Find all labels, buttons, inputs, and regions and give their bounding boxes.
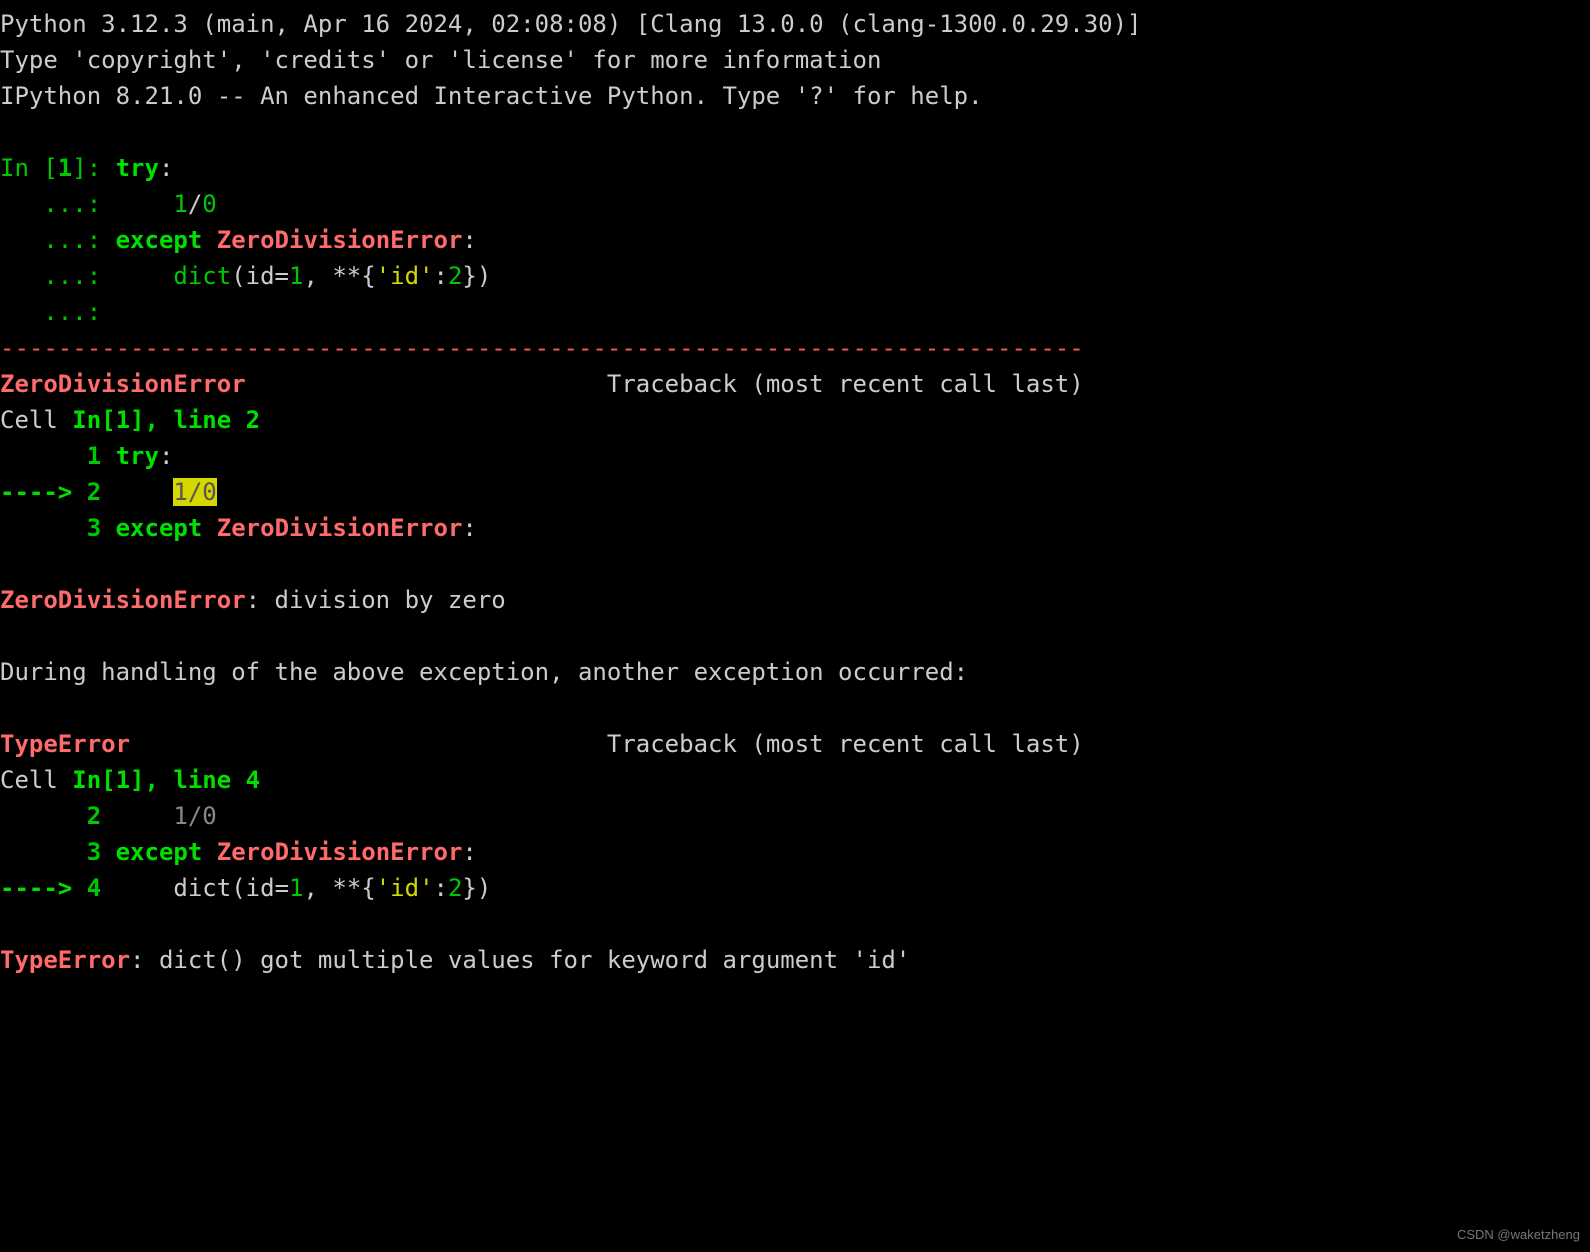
kw-try: try [116, 442, 159, 470]
prompt-in: In [ [0, 154, 58, 182]
space [202, 226, 216, 254]
kw-try: try [116, 154, 159, 182]
prompt-close: ]: [72, 154, 115, 182]
pad [0, 442, 87, 470]
prompt-cont: ...: [0, 226, 116, 254]
paren-open: ( [231, 262, 245, 290]
paren-close: }) [462, 874, 491, 902]
comma-unpack: , **{ [303, 874, 375, 902]
indent [116, 262, 174, 290]
lineno-4: 4 [87, 874, 101, 902]
colon: : [462, 838, 476, 866]
pad [0, 802, 87, 830]
banner-line-3: IPython 8.21.0 -- An enhanced Interactiv… [0, 82, 983, 110]
cell-ref: In[1] [72, 766, 144, 794]
kw-id: id [246, 874, 275, 902]
banner-line-1: Python 3.12.3 (main, Apr 16 2024, 02:08:… [0, 10, 1142, 38]
literal-2: 2 [448, 262, 462, 290]
dict-colon: : [434, 874, 448, 902]
kw-except: except [116, 838, 203, 866]
colon: : [462, 514, 476, 542]
literal-1: 1 [173, 190, 187, 218]
cell-ref: In[1] [72, 406, 144, 434]
tb2-error-name: TypeError [0, 730, 130, 758]
lineno-1: 1 [87, 442, 101, 470]
eq: = [275, 874, 289, 902]
literal-1: 1 [289, 262, 303, 290]
colon: : [462, 226, 476, 254]
cell-line: , line 4 [145, 766, 261, 794]
tb1-error-msg: : division by zero [246, 586, 506, 614]
watermark: CSDN @waketzheng [1457, 1225, 1580, 1245]
banner-line-2: Type 'copyright', 'credits' or 'license'… [0, 46, 881, 74]
cell-prefix: Cell [0, 406, 72, 434]
prompt-cont: ...: [0, 190, 116, 218]
pad [0, 838, 87, 866]
str-key: 'id' [376, 874, 434, 902]
tb2-error-msg: : dict() got multiple values for keyword… [130, 946, 910, 974]
space [202, 514, 216, 542]
pad [130, 730, 607, 758]
call-dict: dict [173, 874, 231, 902]
kw-except: except [116, 226, 203, 254]
space [101, 802, 173, 830]
space [101, 442, 115, 470]
kw-id: id [246, 262, 275, 290]
dict-colon: : [434, 262, 448, 290]
paren-close: }) [462, 262, 491, 290]
literal-2: 2 [448, 874, 462, 902]
space [101, 838, 115, 866]
tb2-error-name: TypeError [0, 946, 130, 974]
exc-name: ZeroDivisionError [217, 514, 463, 542]
tb1-error-name: ZeroDivisionError [0, 586, 246, 614]
prompt-cont: ...: [0, 262, 116, 290]
colon: : [159, 442, 173, 470]
chain-message: During handling of the above exception, … [0, 658, 968, 686]
exc-name: ZeroDivisionError [217, 226, 463, 254]
tb1-trace-header: Traceback (most recent call last) [607, 370, 1084, 398]
space [202, 838, 216, 866]
paren-open: ( [231, 874, 245, 902]
pad [101, 478, 173, 506]
arrow-marker: ----> [0, 478, 87, 506]
exc-name: ZeroDivisionError [217, 838, 463, 866]
space [101, 514, 115, 542]
comma-unpack: , **{ [303, 262, 375, 290]
cell-prefix: Cell [0, 766, 72, 794]
prompt-cont: ...: [0, 298, 116, 326]
literal-1: 1 [289, 874, 303, 902]
lineno-2: 2 [87, 802, 101, 830]
literal-0: 0 [202, 190, 216, 218]
prompt-number: 1 [58, 154, 72, 182]
lineno-2: 2 [87, 478, 101, 506]
pad [246, 370, 607, 398]
cell-line: , line 2 [145, 406, 261, 434]
pad [101, 874, 173, 902]
error-expr: 1/0 [173, 478, 216, 506]
pad [0, 514, 87, 542]
eq: = [275, 262, 289, 290]
tb2-trace-header: Traceback (most recent call last) [607, 730, 1084, 758]
traceback-separator: ----------------------------------------… [0, 334, 1084, 362]
arrow-marker: ----> [0, 874, 87, 902]
call-dict: dict [173, 262, 231, 290]
op-slash: / [188, 190, 202, 218]
terminal-output: Python 3.12.3 (main, Apr 16 2024, 02:08:… [0, 0, 1590, 978]
context-line: 1/0 [173, 802, 216, 830]
indent [116, 190, 174, 218]
colon: : [159, 154, 173, 182]
str-key: 'id' [376, 262, 434, 290]
tb1-error-name: ZeroDivisionError [0, 370, 246, 398]
lineno-3: 3 [87, 514, 101, 542]
kw-except: except [116, 514, 203, 542]
lineno-3: 3 [87, 838, 101, 866]
